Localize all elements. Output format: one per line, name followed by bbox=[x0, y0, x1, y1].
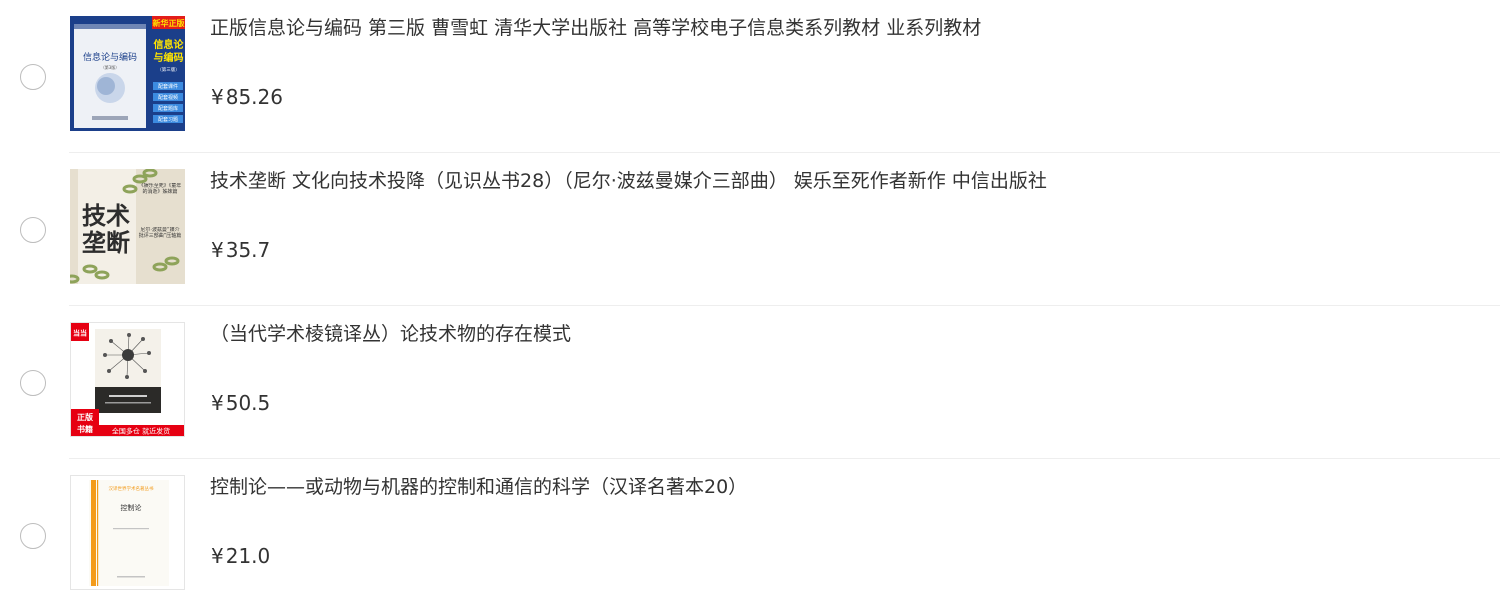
cover-badge-2: 书籍 bbox=[77, 424, 93, 434]
book-cover-image: 技术 垄断 《娱乐至死》《童年的消逝》姊妹篇 尼尔·波兹曼“媒介批评三部曲”压轴… bbox=[70, 169, 185, 284]
select-radio[interactable] bbox=[20, 63, 46, 90]
product-price: ¥21.0 bbox=[211, 542, 270, 570]
cover-edition-side: （第三版） bbox=[157, 66, 180, 73]
cover-book-title: 控制论 bbox=[121, 503, 142, 512]
currency-symbol: ¥ bbox=[211, 85, 224, 109]
select-radio[interactable] bbox=[20, 522, 46, 549]
list-item: 当当 正版 书籍 全国多仓 就近发货 （当代学术棱镜译丛）论技术物的存在模式 ¥… bbox=[0, 306, 1500, 459]
book-cover-image: 当当 正版 书籍 全国多仓 就近发货 bbox=[71, 323, 184, 436]
product-title[interactable]: 技术垄断 文化向技术投降（见识丛书28）（尼尔·波兹曼媒介三部曲） 娱乐至死作者… bbox=[210, 167, 1470, 195]
cover-logo: 当当 bbox=[73, 329, 87, 338]
cover-side-title-2: 与编码 bbox=[154, 51, 184, 64]
list-item: 信息论与编码 （第3版） 新华正版 信息论 与编码 （第三版） 配套课件 配套视… bbox=[0, 0, 1500, 153]
select-radio[interactable] bbox=[20, 369, 46, 396]
product-price: ¥85.26 bbox=[211, 83, 283, 111]
cover-title-2: 垄断 bbox=[82, 229, 130, 257]
cover-tag-1: 配套课件 bbox=[158, 83, 178, 90]
list-item: 技术 垄断 《娱乐至死》《童年的消逝》姊妹篇 尼尔·波兹曼“媒介批评三部曲”压轴… bbox=[0, 153, 1500, 306]
product-price: ¥35.7 bbox=[211, 236, 270, 264]
currency-symbol: ¥ bbox=[211, 238, 224, 262]
cover-series: 汉译世界学术名著丛书 bbox=[109, 485, 154, 492]
cover-title-1: 技术 bbox=[82, 202, 130, 230]
product-image[interactable]: 信息论与编码 （第3版） 新华正版 信息论 与编码 （第三版） 配套课件 配套视… bbox=[70, 16, 185, 131]
cover-tag-4: 配套习题 bbox=[158, 116, 178, 123]
product-title[interactable]: 控制论——或动物与机器的控制和通信的科学（汉译名著本20） bbox=[210, 473, 1470, 501]
currency-symbol: ¥ bbox=[211, 391, 224, 415]
product-title[interactable]: （当代学术棱镜译丛）论技术物的存在模式 bbox=[210, 320, 1470, 348]
product-list: 信息论与编码 （第3版） 新华正版 信息论 与编码 （第三版） 配套课件 配套视… bbox=[0, 0, 1500, 608]
price-value: 50.5 bbox=[225, 391, 271, 415]
currency-symbol: ¥ bbox=[211, 544, 224, 568]
cover-tag-3: 配套题库 bbox=[158, 105, 178, 112]
book-cover-image: 信息论与编码 （第3版） 新华正版 信息论 与编码 （第三版） 配套课件 配套视… bbox=[70, 16, 185, 131]
cover-edition: （第3版） bbox=[101, 64, 120, 70]
cover-banner: 全国多仓 就近发货 bbox=[112, 427, 170, 436]
price-value: 21.0 bbox=[225, 544, 271, 568]
cover-side-title-1: 信息论 bbox=[154, 38, 185, 51]
cover-tag-2: 配套视频 bbox=[158, 94, 178, 101]
price-value: 85.26 bbox=[225, 85, 283, 109]
product-image[interactable]: 汉译世界学术名著丛书 控制论 bbox=[70, 475, 185, 590]
cover-note-1: 《娱乐至死》《童年的消逝》姊妹篇 bbox=[138, 183, 182, 195]
cover-note-2: 尼尔·波兹曼“媒介批评三部曲”压轴篇 bbox=[138, 227, 182, 239]
product-title[interactable]: 正版信息论与编码 第三版 曹雪虹 清华大学出版社 高等学校电子信息类系列教材 业… bbox=[210, 14, 1470, 42]
product-price: ¥50.5 bbox=[211, 389, 270, 417]
cover-badge-1: 正版 bbox=[77, 412, 93, 422]
price-value: 35.7 bbox=[225, 238, 271, 262]
cover-book-title: 信息论与编码 bbox=[83, 51, 137, 63]
product-image[interactable]: 技术 垄断 《娱乐至死》《童年的消逝》姊妹篇 尼尔·波兹曼“媒介批评三部曲”压轴… bbox=[70, 169, 185, 284]
product-image[interactable]: 当当 正版 书籍 全国多仓 就近发货 bbox=[70, 322, 185, 437]
book-cover-image: 汉译世界学术名著丛书 控制论 bbox=[71, 476, 184, 589]
list-item: 汉译世界学术名著丛书 控制论 控制论——或动物与机器的控制和通信的科学（汉译名著… bbox=[0, 459, 1500, 608]
select-radio[interactable] bbox=[20, 216, 46, 243]
cover-badge: 新华正版 bbox=[153, 18, 185, 28]
